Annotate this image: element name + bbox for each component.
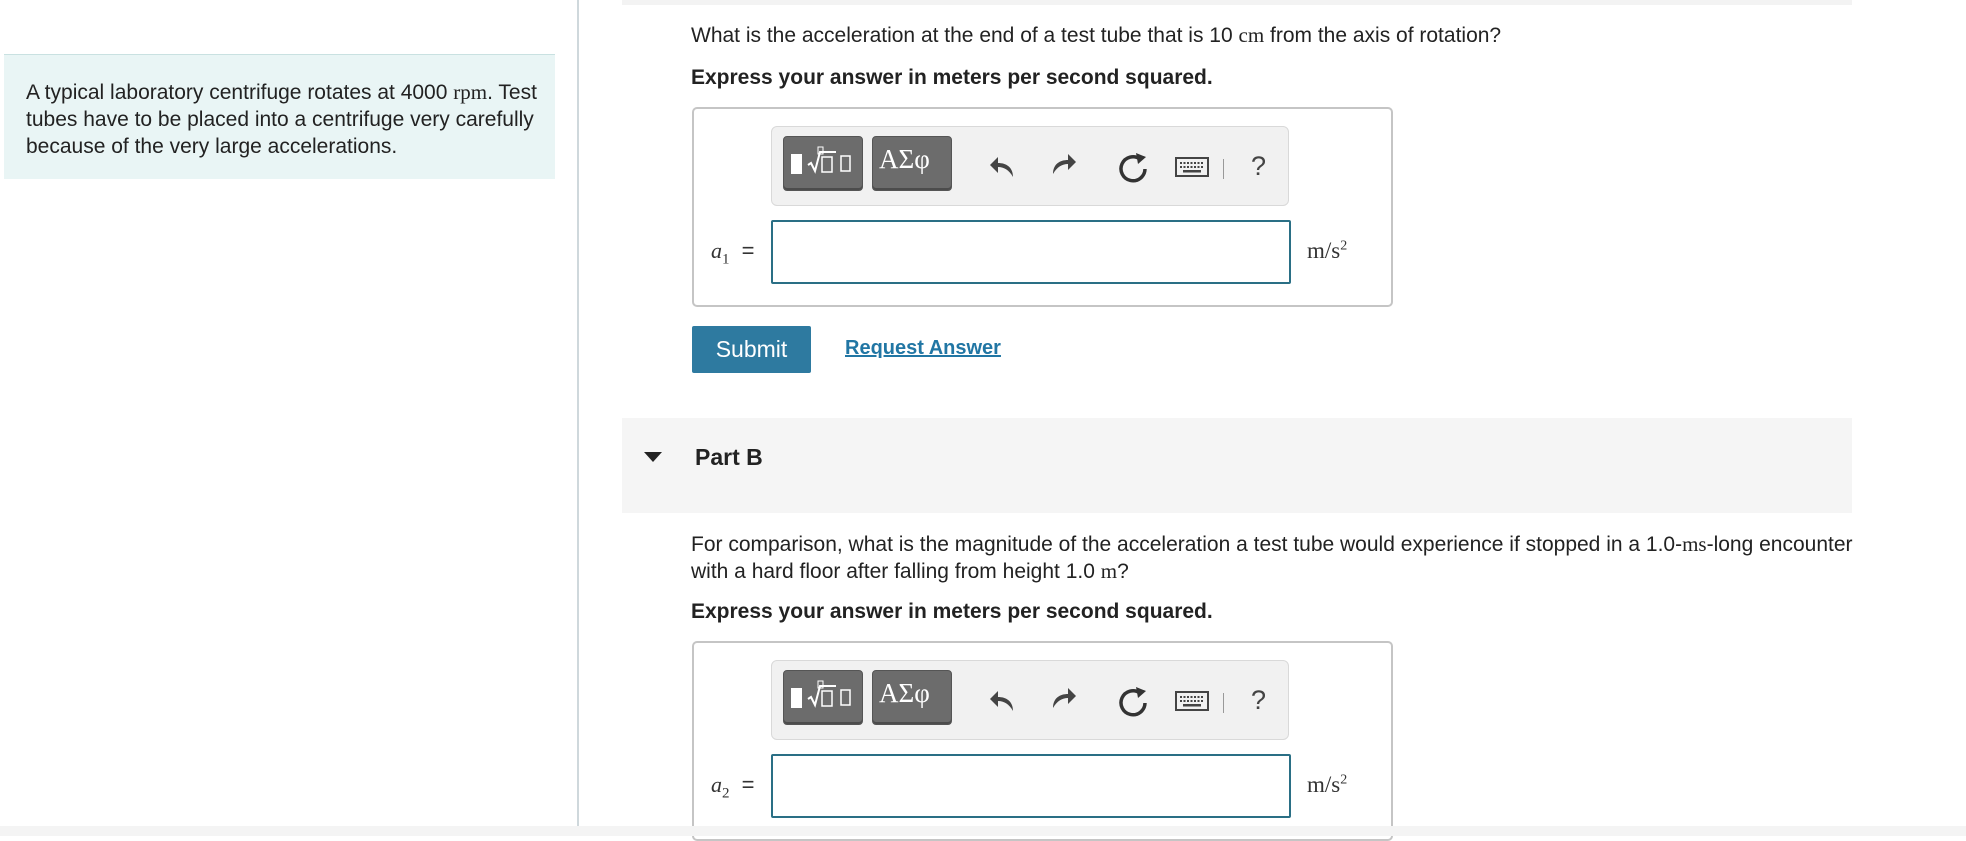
- redo-icon[interactable]: [1048, 683, 1078, 713]
- greek-symbols-label: ΑΣφ: [879, 144, 930, 174]
- symbols-button[interactable]: ΑΣφ: [872, 670, 952, 725]
- symbols-button[interactable]: ΑΣφ: [872, 136, 952, 191]
- request-answer-link[interactable]: Request Answer: [845, 337, 1001, 360]
- part-a-question: What is the acceleration at the end of a…: [691, 23, 1502, 47]
- toolbar-separator: [1223, 159, 1224, 179]
- part-b-answer-box: ΑΣφ ? a2 = m/s2: [692, 641, 1393, 841]
- column-divider: [577, 0, 579, 826]
- part-b-instruction: Express your answer in meters per second…: [691, 600, 1213, 623]
- templates-icon: [791, 146, 851, 174]
- answer-input[interactable]: [771, 220, 1291, 284]
- keyboard-icon[interactable]: [1175, 691, 1209, 711]
- variable-label: a2 =: [711, 772, 755, 802]
- math-toolbar: ΑΣφ ?: [771, 126, 1289, 206]
- undo-icon[interactable]: [988, 152, 1018, 182]
- help-button[interactable]: ?: [1251, 151, 1266, 182]
- part-title: Part B: [695, 444, 763, 470]
- page-bottom-strip: [0, 826, 1966, 836]
- toolbar-separator: [1223, 693, 1224, 713]
- part-a-instruction: Express your answer in meters per second…: [691, 66, 1213, 89]
- answer-input[interactable]: [771, 754, 1291, 818]
- redo-icon[interactable]: [1048, 149, 1078, 179]
- previous-section-strip: [622, 0, 1852, 5]
- templates-icon: [791, 680, 851, 708]
- keyboard-icon[interactable]: [1175, 157, 1209, 177]
- caret-down-icon: [644, 452, 662, 462]
- unit-label: m/s2: [1307, 238, 1348, 263]
- variable-label: a1 =: [711, 238, 755, 268]
- problem-intro-panel: A typical laboratory centrifuge rotates …: [4, 54, 555, 179]
- undo-icon[interactable]: [988, 686, 1018, 716]
- help-button[interactable]: ?: [1251, 685, 1266, 716]
- part-b-question: For comparison, what is the magnitude of…: [691, 532, 1853, 583]
- reset-icon[interactable]: [1116, 685, 1150, 719]
- reset-icon[interactable]: [1116, 151, 1150, 185]
- part-a-answer-box: ΑΣφ ? a1 = m/s2: [692, 107, 1393, 307]
- problem-intro-text: A typical laboratory centrifuge rotates …: [26, 80, 537, 158]
- unit-label: m/s2: [1307, 772, 1348, 797]
- part-b-header[interactable]: Part B: [622, 418, 1852, 513]
- templates-button[interactable]: [783, 136, 863, 191]
- math-toolbar: ΑΣφ ?: [771, 660, 1289, 740]
- templates-button[interactable]: [783, 670, 863, 725]
- submit-button[interactable]: Submit: [692, 326, 811, 373]
- greek-symbols-label: ΑΣφ: [879, 678, 930, 708]
